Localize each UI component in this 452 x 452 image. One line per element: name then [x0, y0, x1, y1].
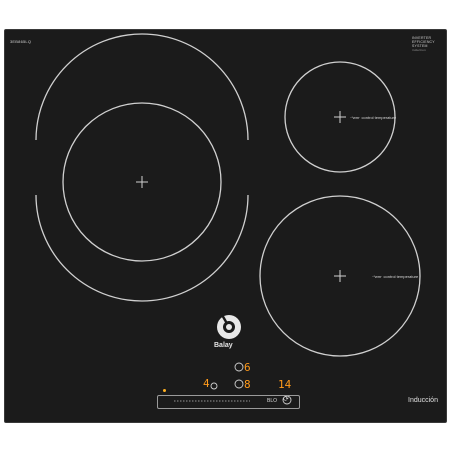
large-zone-outer-ring — [35, 33, 249, 141]
display-left-zone: 4 — [203, 377, 210, 390]
model-code: 3EB865LQ — [10, 39, 32, 44]
display-center-zone: 8 — [244, 378, 251, 391]
timer-button[interactable]: ⟳ — [283, 396, 289, 403]
right-bottom-zone-label: ·*wm· control temperature — [372, 274, 419, 279]
power-slider[interactable] — [157, 395, 300, 409]
slider-end-label: BLO — [267, 398, 278, 404]
right-bottom-zone-cross — [334, 270, 346, 282]
zone-select-icon-c — [210, 382, 218, 390]
zone-select-icon-b — [234, 379, 244, 389]
induction-label: Inducción — [408, 397, 438, 404]
cooktop-graphics — [35, 33, 421, 405]
right-top-zone-label: ·*wm· control temperature — [350, 115, 397, 120]
balay-logo — [217, 314, 241, 339]
brand-name: Balay — [214, 342, 233, 349]
inverter-badge: INVERTER EFFICIENCY SYSTEM induction — [412, 36, 438, 52]
display-right-zone: 14 — [278, 378, 292, 391]
display-top-right: 6 — [244, 361, 251, 374]
left-indicator-dot — [163, 389, 166, 392]
badge-sub: induction — [412, 48, 426, 52]
zone-select-icon-a — [234, 362, 244, 372]
right-top-zone-cross — [334, 111, 346, 123]
large-zone-cross — [136, 176, 148, 188]
